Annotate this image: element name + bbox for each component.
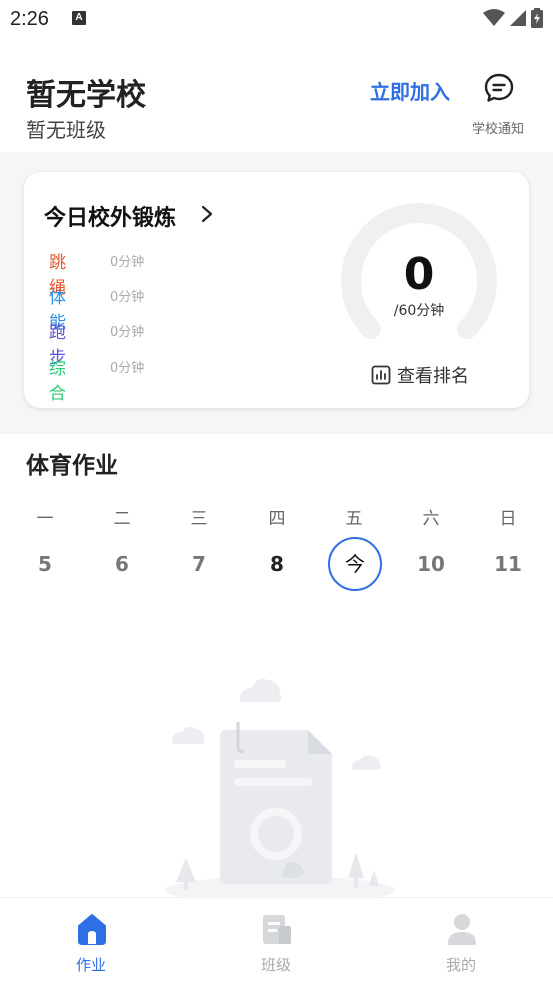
day-button[interactable]: 8	[247, 552, 307, 576]
wifi-icon	[483, 9, 505, 26]
exercise-card-title[interactable]: 今日校外锻炼	[44, 200, 176, 232]
weekday-label: 一	[36, 509, 54, 529]
target-minutes: /60分钟	[393, 303, 445, 319]
class-name: 暂无班级	[26, 118, 106, 142]
exercise-card: 今日校外锻炼 跳绳 0分钟 体能 0分钟 跑步 0分钟 综合 0分钟 0 /60…	[24, 172, 529, 408]
nav-label-homework: 作业	[75, 956, 106, 974]
view-ranking-label: 查看排名	[397, 366, 469, 387]
weekday-label: 四	[268, 509, 286, 529]
weekday-label: 三	[190, 509, 208, 529]
day-button[interactable]: 6	[92, 552, 152, 576]
battery-icon	[531, 8, 543, 28]
day-button[interactable]: 10	[401, 552, 461, 576]
day-button[interactable]: 5	[15, 552, 75, 576]
nav-item-homework[interactable]: 作业	[41, 898, 141, 984]
weekday-label: 五	[345, 509, 363, 529]
exercise-time: 0分钟	[110, 325, 145, 340]
today-button[interactable]: 今	[328, 537, 382, 591]
class-icon	[263, 915, 291, 944]
home-icon	[78, 914, 106, 945]
signal-icon	[510, 10, 526, 26]
notification-a-icon: A	[72, 11, 86, 25]
weekday-label: 六	[422, 509, 440, 529]
school-notice-button[interactable]: 学校通知	[465, 72, 531, 138]
join-button[interactable]: 立即加入	[370, 76, 450, 105]
nav-item-mine[interactable]: 我的	[411, 898, 511, 984]
homework-title: 体育作业	[26, 453, 118, 479]
bar-chart-icon	[371, 365, 391, 385]
exercise-time: 0分钟	[110, 361, 145, 376]
chevron-right-icon[interactable]	[200, 204, 214, 224]
exercise-name: 综合	[49, 359, 66, 404]
school-name: 暂无学校	[26, 78, 146, 113]
day-button[interactable]: 7	[169, 552, 229, 576]
weekday-label: 日	[499, 509, 517, 529]
exercise-time: 0分钟	[110, 255, 145, 270]
nav-label-class: 班级	[260, 956, 291, 974]
status-icons	[483, 8, 543, 28]
day-button[interactable]: 11	[478, 552, 538, 576]
nav-label-mine: 我的	[445, 956, 476, 974]
user-icon	[448, 914, 476, 945]
exercise-time: 0分钟	[110, 290, 145, 305]
empty-state-illustration	[165, 679, 395, 900]
total-minutes: 0	[403, 249, 435, 300]
weekday-label: 二	[113, 509, 131, 529]
chat-bubble-icon	[484, 73, 514, 102]
bottom-nav: 作业 班级 我的	[0, 897, 553, 984]
nav-item-class[interactable]: 班级	[226, 898, 326, 984]
school-notice-label: 学校通知	[471, 122, 524, 137]
status-bar: 2:26 A	[0, 0, 553, 40]
status-time: 2:26	[10, 8, 49, 30]
